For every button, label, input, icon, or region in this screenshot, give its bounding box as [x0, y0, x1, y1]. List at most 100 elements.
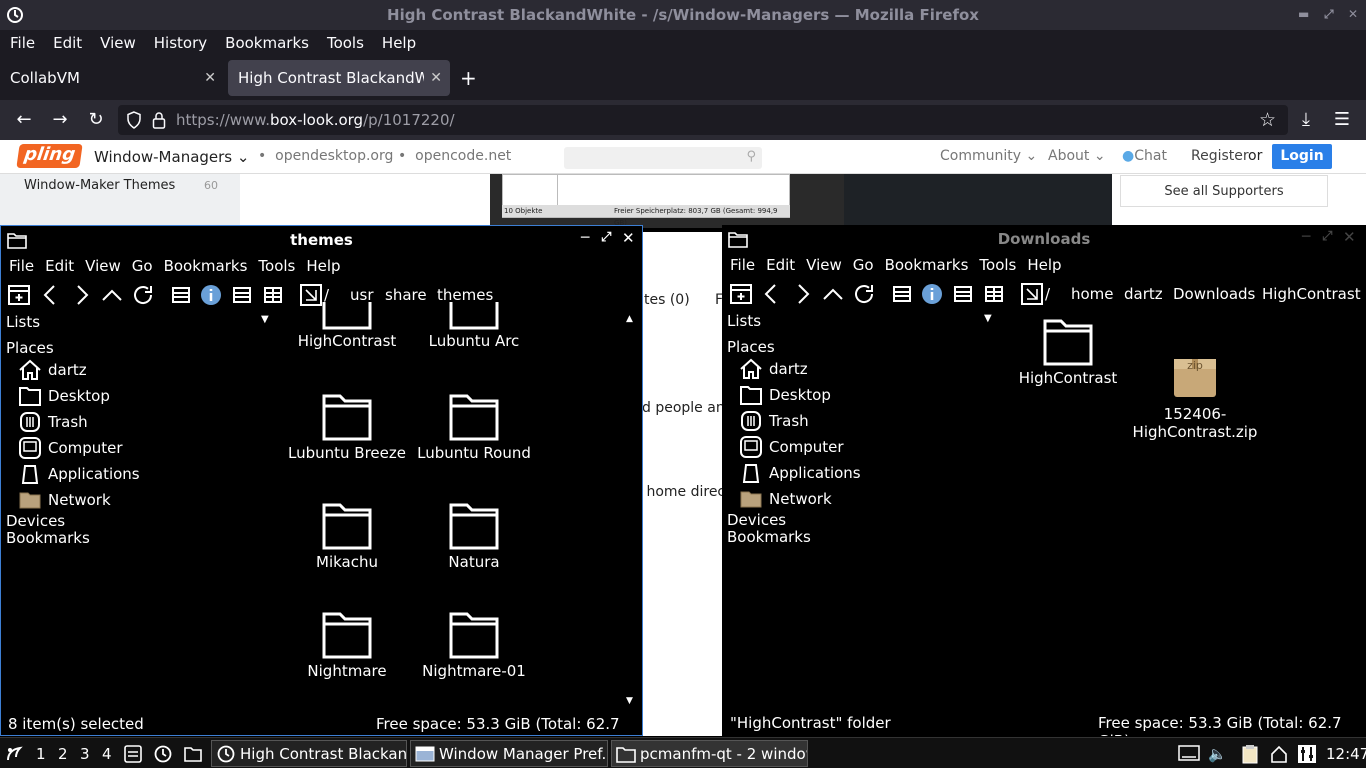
file-item[interactable]: Lubuntu Arc [411, 302, 537, 350]
clock[interactable]: 12:47 [1326, 741, 1366, 767]
menu-help[interactable]: Help [382, 34, 416, 52]
volume-icon[interactable]: 🔈 [1208, 741, 1227, 767]
info-icon[interactable] [920, 282, 944, 306]
file-manager-launcher-icon[interactable] [183, 741, 203, 767]
menu-edit[interactable]: Edit [766, 256, 795, 274]
file-manager-window-downloads[interactable]: Downloads ─ ⤢ ✕ File Edit View Go Bookma… [722, 225, 1366, 736]
downloads-icon[interactable]: ⤓ [1294, 108, 1318, 132]
path-segment[interactable]: home [1071, 285, 1114, 303]
minimize-icon[interactable]: ▬ [1298, 7, 1309, 21]
file-item[interactable]: Mikachu [284, 501, 410, 571]
minimize-icon[interactable]: ─ [581, 230, 589, 246]
task-pcmanfm[interactable]: pcmanfm-qt - 2 windows [611, 740, 808, 767]
reload-icon[interactable] [852, 282, 876, 306]
product-screenshot[interactable]: 10 Objekte Freier Speicherplatz: 803,7 G… [490, 174, 844, 228]
compact-view-icon[interactable] [982, 282, 1006, 306]
minimize-icon[interactable]: ─ [1302, 229, 1310, 245]
sidebar-item-network[interactable]: Network [739, 487, 832, 511]
forward-icon[interactable] [69, 283, 93, 307]
menu-file[interactable]: File [10, 34, 35, 52]
new-tab-icon[interactable] [7, 283, 31, 307]
info-icon[interactable] [199, 283, 223, 307]
devices-header[interactable]: Devices [6, 512, 65, 530]
desktop-2[interactable]: 2 [58, 741, 68, 767]
category-dropdown[interactable]: Window-Managers ⌄ [94, 148, 249, 166]
path-segment[interactable]: Downloads [1173, 285, 1255, 303]
detailed-view-icon[interactable] [951, 282, 975, 306]
sidebar-item-applications[interactable]: Applications [739, 461, 861, 485]
maximize-icon[interactable]: ⤢ [1324, 7, 1334, 22]
path-segment[interactable]: HighContrast [1262, 285, 1361, 303]
menu-view[interactable]: View [100, 34, 136, 52]
menu-file[interactable]: File [730, 256, 755, 274]
login-button[interactable]: Login [1272, 144, 1332, 169]
reload-icon[interactable]: ↻ [84, 108, 108, 132]
lock-icon[interactable] [152, 111, 166, 129]
sidebar-mode-select[interactable]: Lists [727, 312, 761, 330]
close-icon[interactable]: ✕ [1343, 228, 1356, 246]
path-root[interactable]: / [1045, 285, 1050, 303]
new-tab-icon[interactable]: + [460, 66, 477, 90]
see-all-supporters-button[interactable]: See all Supporters [1120, 175, 1328, 207]
tab-collabvm[interactable]: CollabVM ✕ [0, 60, 224, 96]
start-menu-icon[interactable] [4, 741, 24, 767]
up-icon[interactable] [821, 282, 845, 306]
tab-close-icon[interactable]: ✕ [430, 70, 442, 86]
scroll-down-icon[interactable]: ▼ [626, 696, 633, 706]
file-item[interactable]: zip 152406- HighContrast.zip [1132, 317, 1258, 441]
sidebar-item-computer[interactable]: Computer [739, 435, 844, 459]
menu-bookmarks[interactable]: Bookmarks [164, 257, 248, 275]
menu-bookmarks[interactable]: Bookmarks [885, 256, 969, 274]
chevron-down-icon[interactable]: ▼ [984, 313, 992, 324]
sidebar-item-applications[interactable]: Applications [18, 462, 140, 486]
community-menu[interactable]: Community ⌄ [940, 148, 1037, 164]
menu-help[interactable]: Help [1027, 256, 1061, 274]
file-item[interactable]: Nightmare-01 [411, 610, 537, 680]
sidebar-item-trash[interactable]: Trash [739, 409, 809, 433]
scroll-up-icon[interactable]: ▲ [626, 314, 633, 324]
menu-history[interactable]: History [154, 34, 207, 52]
bookmarks-header[interactable]: Bookmarks [6, 529, 90, 547]
desktop-4[interactable]: 4 [102, 741, 112, 767]
back-icon[interactable]: ← [12, 108, 36, 132]
places-header[interactable]: Places [6, 339, 54, 357]
close-icon[interactable]: ✕ [622, 229, 635, 247]
firefox-launcher-icon[interactable] [153, 741, 173, 767]
network-status-icon[interactable] [1269, 741, 1289, 767]
maximize-icon[interactable]: ⤢ [601, 230, 611, 245]
forward-icon[interactable]: → [48, 108, 72, 132]
sidebar-item-desktop[interactable]: Desktop [18, 384, 110, 408]
sidebar-mode-select[interactable]: Lists [6, 313, 40, 331]
file-item[interactable]: Natura [411, 501, 537, 571]
list-view-icon[interactable] [890, 282, 914, 306]
task-firefox[interactable]: High Contrast Blackan... [211, 740, 407, 767]
menu-bookmarks[interactable]: Bookmarks [225, 34, 309, 52]
menu-edit[interactable]: Edit [53, 34, 82, 52]
compact-view-icon[interactable] [261, 283, 285, 307]
file-manager-window-themes[interactable]: themes ─ ⤢ ✕ File Edit View Go Bookmarks… [0, 225, 643, 736]
settings-sliders-icon[interactable] [1297, 741, 1317, 767]
devices-header[interactable]: Devices [727, 511, 786, 529]
back-icon[interactable] [760, 282, 784, 306]
menu-view[interactable]: View [806, 256, 842, 274]
clipboard-icon[interactable] [1241, 741, 1259, 767]
sidebar-item-desktop[interactable]: Desktop [739, 383, 831, 407]
file-item[interactable]: Nightmare [284, 610, 410, 680]
show-desktop-icon[interactable] [123, 741, 143, 767]
keyboard-icon[interactable] [1178, 741, 1200, 767]
path-edit-icon[interactable] [1020, 282, 1044, 306]
file-item[interactable]: HighContrast [284, 302, 410, 350]
places-header[interactable]: Places [727, 338, 775, 356]
site-search-input[interactable]: ⚲ [564, 147, 762, 169]
file-item[interactable]: Lubuntu Round [411, 392, 537, 462]
close-icon[interactable]: ✕ [1348, 7, 1358, 21]
register-link[interactable]: Register [1191, 148, 1249, 164]
menu-go[interactable]: Go [853, 256, 874, 274]
task-window-manager-prefs[interactable]: Window Manager Pref... [410, 740, 608, 767]
tab-high-contrast[interactable]: High Contrast BlackandWhi ✕ [228, 60, 450, 96]
pling-logo[interactable]: pling [16, 144, 83, 168]
up-icon[interactable] [100, 283, 124, 307]
sidebar-item-dartz[interactable]: dartz [18, 358, 87, 382]
desktop-1[interactable]: 1 [36, 741, 46, 767]
link-opendesktop[interactable]: • opendesktop.org [258, 148, 393, 164]
